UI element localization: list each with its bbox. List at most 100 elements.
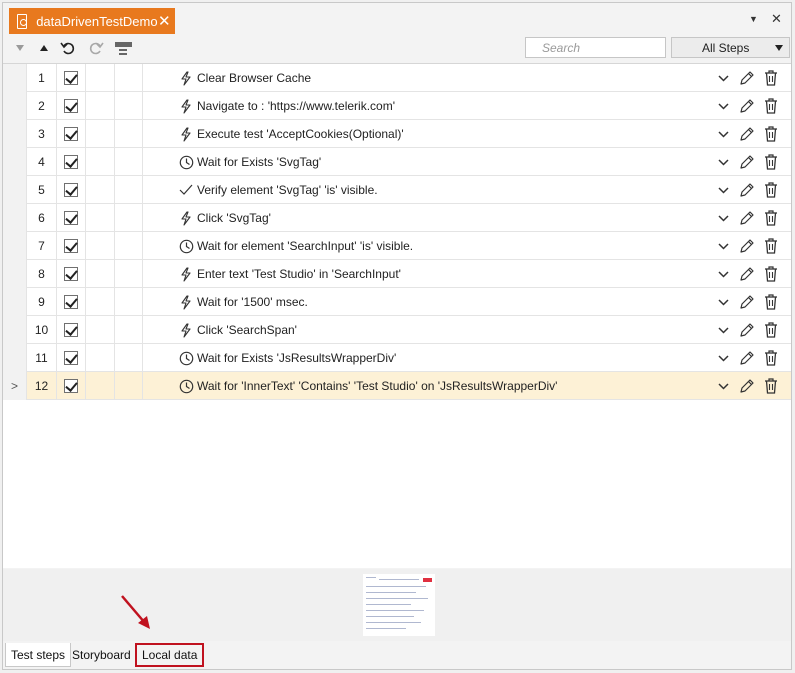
edit-step-pencil-icon[interactable] — [735, 208, 759, 228]
delete-step-trash-icon[interactable] — [759, 180, 783, 200]
row-expander[interactable] — [3, 232, 27, 260]
step-row[interactable]: 1 Clear Browser Cache — [3, 64, 791, 92]
redo-icon[interactable] — [87, 39, 105, 57]
step-row[interactable]: 9 Wait for '1500' msec. — [3, 288, 791, 316]
page-thumbnail[interactable] — [363, 574, 435, 636]
edit-step-pencil-icon[interactable] — [735, 180, 759, 200]
row-expander[interactable] — [3, 316, 27, 344]
step-enabled-checkbox[interactable] — [57, 260, 86, 288]
expand-step-chevron-icon[interactable] — [711, 96, 735, 116]
step-row[interactable]: 10 Click 'SearchSpan' — [3, 316, 791, 344]
expand-step-chevron-icon[interactable] — [711, 124, 735, 144]
edit-step-pencil-icon[interactable] — [735, 292, 759, 312]
step-enabled-checkbox[interactable] — [57, 120, 86, 148]
row-expander[interactable] — [3, 204, 27, 232]
delete-step-trash-icon[interactable] — [759, 124, 783, 144]
step-row[interactable]: 2 Navigate to : 'https://www.telerik.com' — [3, 92, 791, 120]
step-enabled-checkbox[interactable] — [57, 288, 86, 316]
step-row[interactable]: 11 Wait for Exists 'JsResultsWrapperDiv' — [3, 344, 791, 372]
tab-local-data[interactable]: Local data — [135, 643, 205, 667]
step-enabled-checkbox[interactable] — [57, 344, 86, 372]
step-row[interactable]: 6 Click 'SvgTag' — [3, 204, 791, 232]
window-menu-icon[interactable]: ▼ — [749, 14, 758, 24]
edit-step-pencil-icon[interactable] — [735, 68, 759, 88]
edit-step-pencil-icon[interactable] — [735, 348, 759, 368]
step-row[interactable]: >12 Wait for 'InnerText' 'Contains' 'Test… — [3, 372, 791, 400]
step-description[interactable]: Wait for Exists 'JsResultsWrapperDiv' — [177, 344, 396, 372]
expand-step-chevron-icon[interactable] — [711, 152, 735, 172]
delete-step-trash-icon[interactable] — [759, 320, 783, 340]
step-enabled-checkbox[interactable] — [57, 148, 86, 176]
delete-step-trash-icon[interactable] — [759, 376, 783, 396]
step-description[interactable]: Verify element 'SvgTag' 'is' visible. — [177, 176, 378, 204]
row-expander[interactable] — [3, 288, 27, 316]
expand-step-chevron-icon[interactable] — [711, 236, 735, 256]
step-row[interactable]: 8 Enter text 'Test Studio' in 'SearchInpu… — [3, 260, 791, 288]
step-row[interactable]: 3 Execute test 'AcceptCookies(Optional)' — [3, 120, 791, 148]
step-enabled-checkbox[interactable] — [57, 92, 86, 120]
step-description[interactable]: Wait for '1500' msec. — [177, 288, 308, 316]
expand-step-chevron-icon[interactable] — [711, 348, 735, 368]
edit-step-pencil-icon[interactable] — [735, 124, 759, 144]
row-expander[interactable] — [3, 64, 27, 92]
delete-step-trash-icon[interactable] — [759, 292, 783, 312]
step-enabled-checkbox[interactable] — [57, 176, 86, 204]
move-up-icon[interactable] — [35, 39, 53, 57]
clock-icon — [177, 238, 195, 254]
row-expander[interactable] — [3, 344, 27, 372]
row-expander[interactable] — [3, 92, 27, 120]
step-enabled-checkbox[interactable] — [57, 316, 86, 344]
delete-step-trash-icon[interactable] — [759, 264, 783, 284]
step-description[interactable]: Wait for Exists 'SvgTag' — [177, 148, 321, 176]
delete-step-trash-icon[interactable] — [759, 68, 783, 88]
delete-step-trash-icon[interactable] — [759, 208, 783, 228]
tab-storyboard[interactable]: Storyboard — [67, 643, 136, 667]
delete-step-trash-icon[interactable] — [759, 96, 783, 116]
row-expander[interactable] — [3, 120, 27, 148]
step-row[interactable]: 7 Wait for element 'SearchInput' 'is' vis… — [3, 232, 791, 260]
delete-step-trash-icon[interactable] — [759, 348, 783, 368]
edit-step-pencil-icon[interactable] — [735, 264, 759, 284]
expand-step-chevron-icon[interactable] — [711, 180, 735, 200]
step-description[interactable]: Click 'SearchSpan' — [177, 316, 297, 344]
delete-step-trash-icon[interactable] — [759, 236, 783, 256]
step-description[interactable]: Click 'SvgTag' — [177, 204, 271, 232]
edit-step-pencil-icon[interactable] — [735, 152, 759, 172]
step-enabled-checkbox[interactable] — [57, 204, 86, 232]
document-tab[interactable]: dataDrivenTestDemo ✕ — [9, 8, 175, 34]
step-enabled-checkbox[interactable] — [57, 372, 86, 400]
close-tab-icon[interactable]: ✕ — [158, 12, 171, 30]
step-description[interactable]: Clear Browser Cache — [177, 64, 311, 92]
edit-step-pencil-icon[interactable] — [735, 96, 759, 116]
expand-step-chevron-icon[interactable] — [711, 320, 735, 340]
step-description[interactable]: Execute test 'AcceptCookies(Optional)' — [177, 120, 404, 148]
row-expander[interactable] — [3, 176, 27, 204]
expand-step-chevron-icon[interactable] — [711, 264, 735, 284]
edit-step-pencil-icon[interactable] — [735, 236, 759, 256]
expand-step-chevron-icon[interactable] — [711, 68, 735, 88]
row-expander[interactable]: > — [3, 372, 27, 400]
step-description[interactable]: Enter text 'Test Studio' in 'SearchInput… — [177, 260, 401, 288]
step-builder-icon[interactable] — [113, 39, 135, 57]
step-description[interactable]: Wait for element 'SearchInput' 'is' visi… — [177, 232, 413, 260]
expand-step-chevron-icon[interactable] — [711, 292, 735, 312]
step-row[interactable]: 5 Verify element 'SvgTag' 'is' visible. — [3, 176, 791, 204]
row-expander[interactable] — [3, 260, 27, 288]
close-window-icon[interactable]: ✕ — [771, 11, 782, 27]
step-description[interactable]: Wait for 'InnerText' 'Contains' 'Test St… — [177, 372, 557, 400]
step-filter-dropdown[interactable]: All Steps — [671, 37, 790, 58]
edit-step-pencil-icon[interactable] — [735, 320, 759, 340]
step-row[interactable]: 4 Wait for Exists 'SvgTag' — [3, 148, 791, 176]
step-description[interactable]: Navigate to : 'https://www.telerik.com' — [177, 92, 395, 120]
step-enabled-checkbox[interactable] — [57, 64, 86, 92]
delete-step-trash-icon[interactable] — [759, 152, 783, 172]
undo-icon[interactable] — [59, 39, 77, 57]
expand-step-chevron-icon[interactable] — [711, 208, 735, 228]
row-expander[interactable] — [3, 148, 27, 176]
search-input[interactable]: Search — [525, 37, 666, 58]
step-enabled-checkbox[interactable] — [57, 232, 86, 260]
expand-step-chevron-icon[interactable] — [711, 376, 735, 396]
move-down-icon[interactable] — [11, 39, 29, 57]
edit-step-pencil-icon[interactable] — [735, 376, 759, 396]
tab-test-steps[interactable]: Test steps — [5, 643, 72, 667]
